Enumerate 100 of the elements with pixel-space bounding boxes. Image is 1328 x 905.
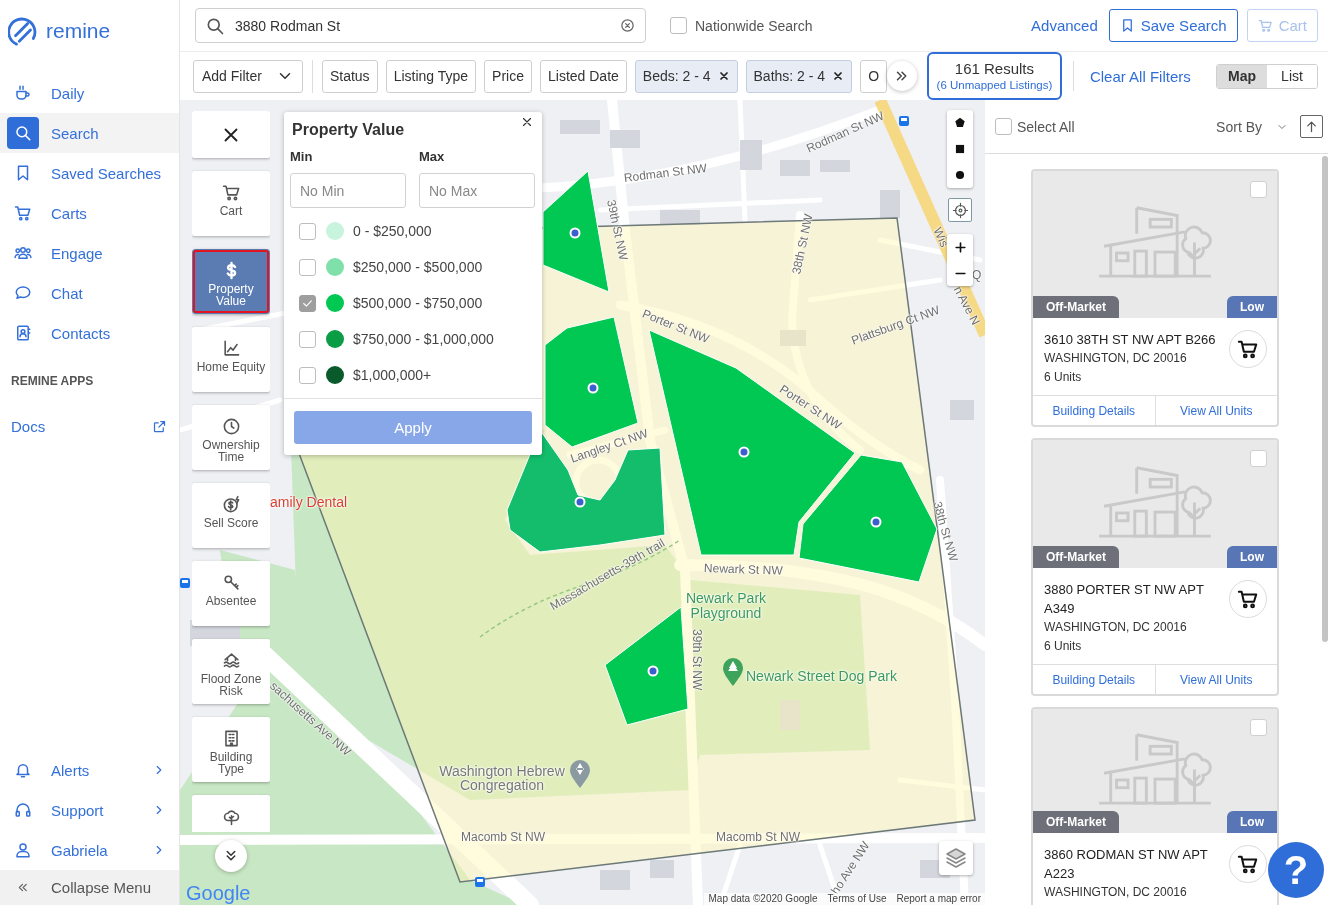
checkbox-label[interactable]: Nationwide Search: [695, 17, 813, 34]
help-button[interactable]: ?: [1268, 842, 1324, 898]
map-tool-button[interactable]: Building Type: [192, 717, 270, 782]
add-to-cart-button[interactable]: [1229, 580, 1267, 618]
unmapped-listings-link[interactable]: (6 Unmapped Listings): [936, 78, 1053, 92]
range-label[interactable]: $500,000 - $750,000: [353, 295, 483, 311]
listing-action-link[interactable]: View All Units: [1154, 396, 1277, 425]
add-to-cart-button[interactable]: [1229, 845, 1267, 883]
cart-icon: [1237, 338, 1259, 360]
add-filter-dropdown[interactable]: Add Filter: [193, 59, 303, 93]
checkbox[interactable]: [299, 330, 316, 348]
status-badge: Off-Market: [1033, 811, 1119, 833]
checkbox[interactable]: [299, 294, 316, 312]
headset-icon: [14, 801, 32, 819]
close-icon: [832, 70, 845, 82]
close-button[interactable]: [520, 115, 534, 129]
sort-dropdown[interactable]: Sort By: [1216, 118, 1288, 135]
checkbox[interactable]: [299, 258, 316, 276]
map-tool-button[interactable]: Sell Score: [192, 483, 270, 548]
collapse-menu-button[interactable]: Collapse Menu: [0, 870, 179, 905]
map-tool-button[interactable]: Flood Zone Risk: [192, 639, 270, 704]
tag-badge: Low: [1227, 811, 1277, 833]
sidebar-item[interactable]: Carts: [0, 193, 179, 233]
map-tool-button[interactable]: Property Value: [192, 249, 270, 314]
filter-chip[interactable]: Status: [321, 59, 378, 93]
building-footprint: [780, 160, 810, 176]
checkbox[interactable]: [299, 222, 316, 240]
filter-chip[interactable]: O: [860, 59, 887, 93]
parcel-marker-icon: [569, 227, 581, 239]
view-toggle-button[interactable]: Map: [1217, 64, 1267, 88]
cart-icon: [1237, 588, 1259, 610]
report-error-link[interactable]: Report a map error: [896, 893, 981, 905]
building-footprint: [780, 330, 806, 346]
place-label: Washington Hebrew Congregation: [438, 764, 566, 792]
listing-card[interactable]: Off-Market Low 3610 38TH ST NW APT B266 WASHINGTON, DC 20016 6 Units Building Details View All Units: [1031, 169, 1279, 427]
save-search-button[interactable]: Save Search: [1108, 9, 1238, 42]
cart-icon: [221, 183, 241, 202]
park-pin-icon: [723, 658, 743, 686]
sidebar-item[interactable]: Gabriela: [0, 830, 179, 870]
checkbox[interactable]: [1250, 450, 1267, 467]
parcel-marker-icon: [738, 446, 750, 458]
search-input[interactable]: 3880 Rodman St: [235, 17, 610, 34]
min-value-field[interactable]: No Min: [290, 173, 406, 208]
sidebar-item[interactable]: Contacts: [0, 313, 179, 353]
listing-action-link[interactable]: Building Details: [1033, 396, 1155, 425]
sidebar-item[interactable]: Daily: [0, 73, 179, 113]
filter-chip[interactable]: Beds: 2 - 4: [634, 59, 738, 93]
map-tool-button[interactable]: Ownership Time: [192, 405, 270, 470]
listing-city: WASHINGTON, DC 20016: [1044, 884, 1188, 901]
map-tool-button[interactable]: Home Equity: [192, 327, 270, 392]
sidebar-link[interactable]: Docs: [0, 416, 179, 436]
locate-button[interactable]: [948, 198, 972, 222]
scroll-filters-button[interactable]: [886, 61, 917, 91]
listing-action-link[interactable]: Building Details: [1033, 665, 1155, 694]
map-layers-button[interactable]: [939, 841, 973, 875]
close-icon: [520, 115, 534, 129]
tag-badge: Low: [1227, 296, 1277, 318]
checkbox[interactable]: [670, 17, 687, 34]
terms-link[interactable]: Terms of Use: [827, 893, 887, 905]
range-label[interactable]: $250,000 - $500,000: [353, 259, 483, 275]
checkbox-label[interactable]: Select All: [1017, 118, 1075, 135]
listing-card[interactable]: Off-Market Low 3860 RODMAN ST NW APT A223 WASHINGTON, DC 20016: [1031, 707, 1279, 905]
field-label: Min: [290, 149, 314, 164]
map-tool-button[interactable]: Absentee: [192, 561, 270, 626]
add-to-cart-button[interactable]: [1229, 330, 1267, 368]
range-label[interactable]: 0 - $250,000: [353, 223, 432, 239]
sidebar-item[interactable]: Search: [0, 113, 179, 153]
scrollbar[interactable]: [1322, 156, 1328, 642]
building-footprint: [740, 140, 762, 170]
filter-chip[interactable]: Listing Type: [385, 59, 477, 93]
building-footprint: [600, 870, 630, 890]
checkbox[interactable]: [299, 366, 316, 384]
contact-card-icon: [14, 324, 32, 342]
sort-direction-button[interactable]: [1300, 115, 1323, 138]
listing-action-link[interactable]: View All Units: [1154, 665, 1277, 694]
locate-icon: [951, 201, 969, 219]
sidebar-item[interactable]: Engage: [0, 233, 179, 273]
listing-city: WASHINGTON, DC 20016: [1044, 350, 1188, 367]
filter-chip[interactable]: Price: [484, 59, 532, 93]
range-label[interactable]: $750,000 - $1,000,000: [353, 331, 494, 347]
map-tool-button[interactable]: Cart: [192, 171, 270, 236]
search-field[interactable]: 3880 Rodman St: [195, 8, 646, 43]
sidebar-item[interactable]: Alerts: [0, 750, 179, 790]
street-label: 39th St NW: [604, 198, 631, 262]
checkbox[interactable]: [995, 118, 1012, 135]
max-value-field[interactable]: No Max: [419, 173, 535, 208]
clear-filters-link[interactable]: Clear All Filters: [1089, 67, 1191, 85]
clock-icon: [221, 417, 241, 436]
filter-chip[interactable]: Listed Date: [540, 59, 627, 93]
checkbox[interactable]: [1250, 719, 1267, 736]
range-label[interactable]: $1,000,000+: [353, 367, 432, 383]
listing-card[interactable]: Off-Market Low 3880 PORTER ST NW APT A349 WASHINGTON, DC 20016 6 Units Building Details View All Units: [1031, 438, 1279, 696]
filter-chip[interactable]: Baths: 2 - 4: [745, 59, 853, 93]
sidebar-item[interactable]: Chat: [0, 273, 179, 313]
sidebar-item[interactable]: Saved Searches: [0, 153, 179, 193]
advanced-link[interactable]: Advanced: [1031, 17, 1098, 34]
bus-stop-icon: [180, 578, 190, 588]
close-icon: [717, 70, 730, 82]
checkbox[interactable]: [1250, 181, 1267, 198]
sidebar-item[interactable]: Support: [0, 790, 179, 830]
